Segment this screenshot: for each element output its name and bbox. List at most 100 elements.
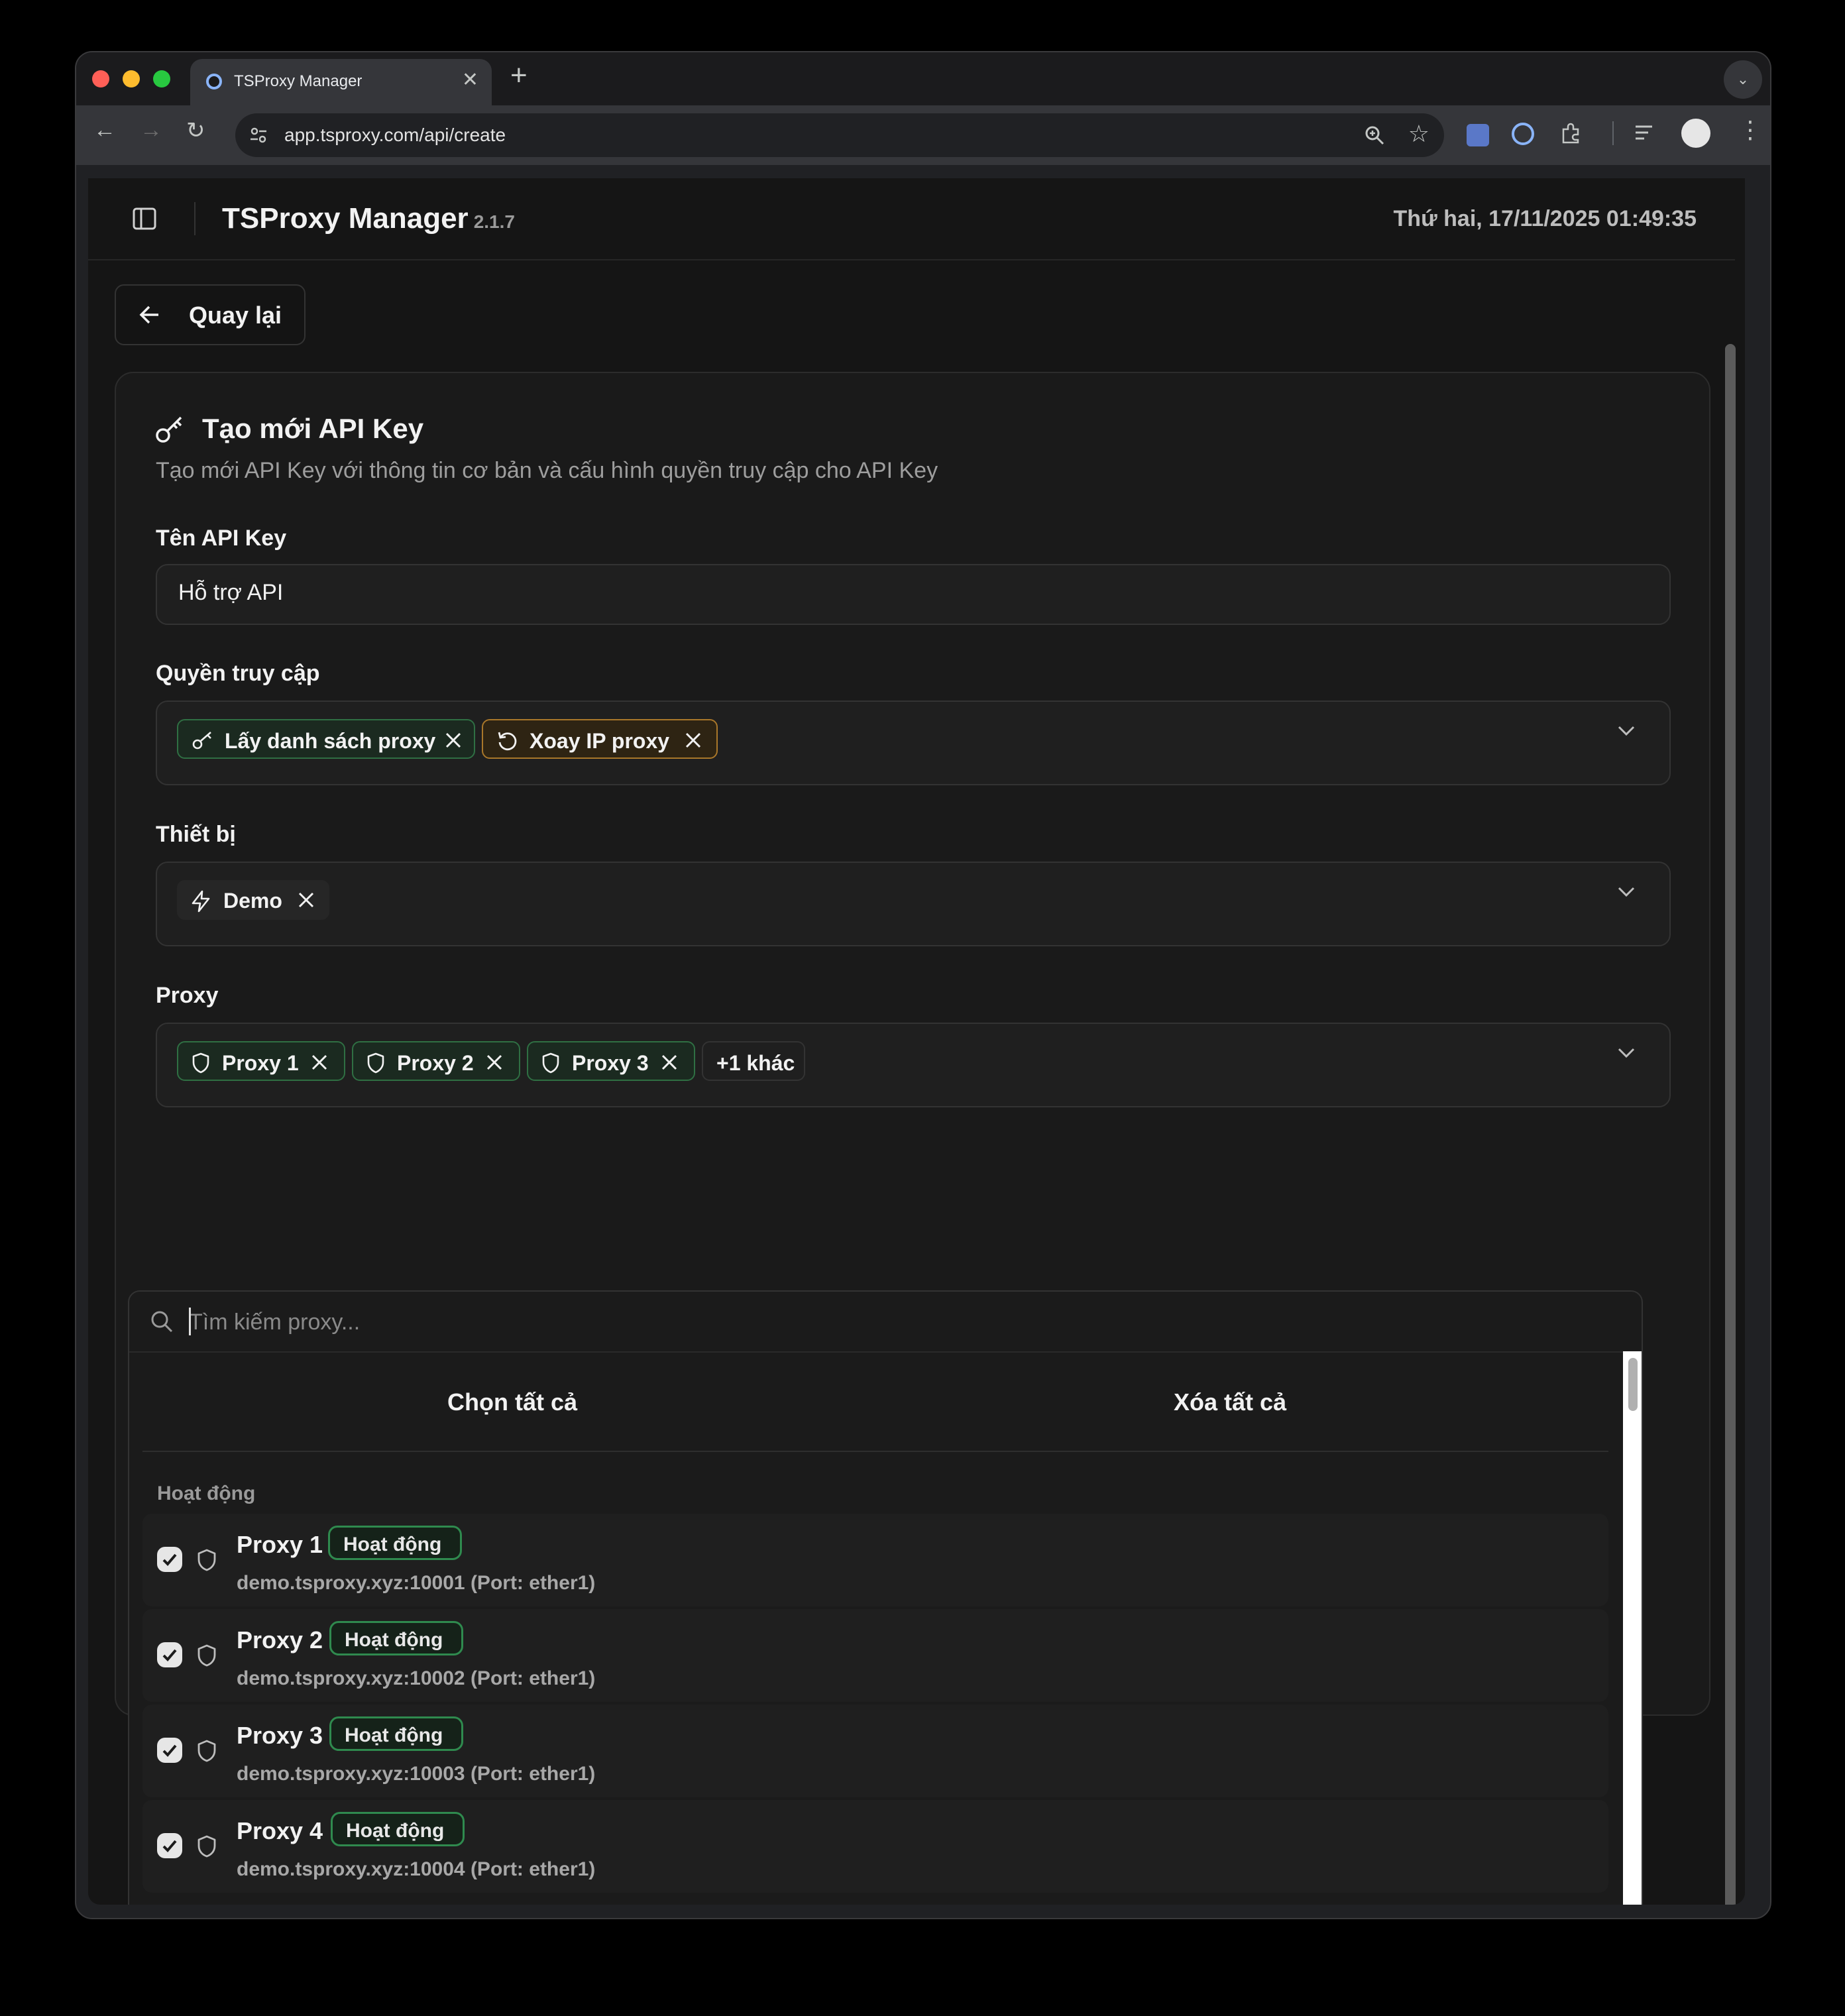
browser-tab[interactable]: TSProxy Manager ✕ (190, 59, 492, 105)
status-badge: Hoạt động (329, 1716, 463, 1751)
back-button[interactable]: Quay lại (115, 284, 306, 345)
proxy-list-item[interactable]: Proxy 2 Hoạt động demo.tsproxy.xyz:10002 (… (142, 1609, 1608, 1702)
forward-arrow-icon[interactable]: → (140, 117, 162, 143)
extensions-puzzle-icon[interactable] (1559, 121, 1583, 145)
back-button-label: Quay lại (189, 302, 282, 329)
profile-avatar[interactable] (1681, 119, 1710, 148)
tab-search-button[interactable]: ⌄ (1724, 60, 1762, 99)
proxy-multiselect[interactable]: Proxy 1 Proxy 2 Proxy 3 +1 khác (156, 1023, 1671, 1107)
proxy-chip-label: Proxy 1 (222, 1051, 299, 1075)
remove-chip-icon[interactable] (486, 1054, 503, 1071)
proxy-address: demo.tsproxy.xyz:10004 (Port: ether1) (237, 1858, 596, 1880)
shield-icon (542, 1052, 559, 1074)
proxy-name: Proxy 1 (237, 1531, 323, 1558)
proxy-list-item[interactable]: Proxy 3 Hoạt động demo.tsproxy.xyz:10003 (… (142, 1705, 1608, 1797)
close-tab-icon[interactable]: ✕ (462, 68, 478, 91)
proxy-address: demo.tsproxy.xyz:10003 (Port: ether1) (237, 1763, 596, 1785)
proxy-dropdown: Chọn tất cả Xóa tất cả Hoạt động Proxy 1… (128, 1290, 1643, 1905)
more-proxies-chip[interactable]: +1 khác (702, 1041, 805, 1081)
bookmark-star-icon[interactable]: ☆ (1408, 120, 1429, 148)
password-extension-icon[interactable] (1512, 123, 1534, 145)
card-title: Tạo mới API Key (202, 413, 424, 444)
select-all-button[interactable]: Chọn tất cả (447, 1388, 577, 1416)
api-key-name-value: Hỗ trợ API (178, 580, 284, 605)
proxy-chip-label: Proxy 2 (397, 1051, 474, 1075)
key-icon (156, 416, 182, 443)
reload-icon[interactable]: ↻ (186, 117, 205, 144)
device-chip-demo: Demo (177, 880, 329, 920)
text-caret (189, 1308, 191, 1335)
browser-toolbar: ← → ↻ app.tsproxy.com/api/create ☆ ⋮ (76, 105, 1770, 165)
status-badge: Hoạt động (331, 1812, 465, 1846)
remove-chip-icon[interactable] (685, 732, 702, 749)
proxy-label: Proxy (156, 983, 219, 1008)
remove-chip-icon[interactable] (661, 1054, 678, 1071)
more-proxies-label: +1 khác (716, 1051, 795, 1075)
app-version: 2.1.7 (473, 211, 515, 232)
toolbar-divider (1612, 121, 1614, 145)
permissions-multiselect[interactable]: Lấy danh sách proxy Xoay IP proxy (156, 700, 1671, 785)
header-divider (194, 202, 196, 235)
shield-icon (192, 1052, 209, 1074)
proxy-list-item[interactable]: Proxy 4 Hoạt động demo.tsproxy.xyz:10004 (… (142, 1800, 1608, 1893)
chevron-down-icon[interactable] (1616, 724, 1636, 738)
remove-chip-icon[interactable] (445, 732, 462, 749)
proxy-list-item[interactable]: Proxy 5Hoạt độngdemo.tsproxy.xyz:10005 (… (142, 1895, 1608, 1905)
proxy-checkbox[interactable] (157, 1738, 182, 1763)
remove-chip-icon[interactable] (298, 891, 315, 909)
proxy-checkbox[interactable] (157, 1642, 182, 1667)
reading-list-icon[interactable] (1634, 123, 1657, 144)
proxy-checkbox[interactable] (157, 1833, 182, 1858)
header-datetime: Thứ hai, 17/11/2025 01:49:35 (1393, 206, 1697, 231)
zoom-icon[interactable] (1363, 124, 1386, 146)
status-badge-label: Hoạt động (346, 1820, 445, 1842)
close-window-button[interactable] (92, 70, 109, 87)
proxy-chip: Proxy 2 (352, 1041, 520, 1081)
clear-all-button[interactable]: Xóa tất cả (1174, 1388, 1286, 1416)
page-scrollbar-thumb[interactable] (1725, 344, 1736, 1905)
shield-icon (367, 1052, 384, 1074)
address-bar[interactable]: app.tsproxy.com/api/create ☆ (235, 113, 1444, 157)
browser-menu-icon[interactable]: ⋮ (1738, 116, 1762, 144)
proxy-search-input[interactable] (188, 1304, 1383, 1341)
bulk-actions: Chọn tất cả Xóa tất cả (142, 1351, 1608, 1452)
group-label: Hoạt động (157, 1483, 256, 1504)
status-badge: Hoạt động (328, 1526, 462, 1560)
proxy-chip-label: Proxy 3 (572, 1051, 649, 1075)
proxy-chip: Proxy 3 (527, 1041, 695, 1081)
shield-icon (197, 1644, 216, 1667)
translate-extension-icon[interactable] (1467, 124, 1489, 146)
minimize-window-button[interactable] (123, 70, 140, 87)
proxy-name: Proxy 4 (237, 1817, 323, 1844)
proxy-address: demo.tsproxy.xyz:10002 (Port: ether1) (237, 1667, 596, 1689)
favicon-icon (206, 74, 222, 89)
proxy-name: Proxy 3 (237, 1722, 323, 1749)
card-subtitle: Tạo mới API Key với thông tin cơ bản và … (156, 458, 938, 483)
permission-chip-rotate-ip: Xoay IP proxy (482, 719, 718, 759)
back-arrow-icon[interactable]: ← (93, 117, 116, 143)
status-badge-label: Hoạt động (343, 1534, 442, 1555)
api-key-name-label: Tên API Key (156, 526, 287, 551)
api-key-name-input[interactable]: Hỗ trợ API (156, 564, 1671, 625)
dropdown-scrollbar[interactable] (1623, 1351, 1642, 1905)
device-multiselect[interactable]: Demo (156, 862, 1671, 946)
page-content: TSProxy Manager 2.1.7 Thứ hai, 17/11/2025… (88, 178, 1745, 1905)
search-icon (151, 1311, 173, 1333)
site-settings-icon[interactable] (249, 125, 268, 145)
proxy-address: demo.tsproxy.xyz:10001 (Port: ether1) (237, 1572, 596, 1594)
permissions-label: Quyền truy cập (156, 661, 320, 686)
proxy-list-item[interactable]: Proxy 1 Hoạt động demo.tsproxy.xyz:10001 (… (142, 1514, 1608, 1606)
browser-window: TSProxy Manager ✕ + ⌄ ← → ↻ app.tsproxy.… (75, 51, 1771, 1919)
chevron-down-icon[interactable] (1616, 1046, 1636, 1060)
status-badge-label: Hoạt động (345, 1629, 443, 1651)
new-tab-button[interactable]: + (510, 59, 528, 92)
key-icon (192, 732, 211, 750)
maximize-window-button[interactable] (153, 70, 170, 87)
dropdown-scrollbar-thumb[interactable] (1628, 1358, 1638, 1411)
remove-chip-icon[interactable] (311, 1054, 328, 1071)
shield-icon (197, 1740, 216, 1762)
url-text: app.tsproxy.com/api/create (284, 125, 506, 145)
sidebar-toggle-icon[interactable] (132, 206, 157, 231)
chevron-down-icon[interactable] (1616, 885, 1636, 899)
proxy-checkbox[interactable] (157, 1547, 182, 1572)
